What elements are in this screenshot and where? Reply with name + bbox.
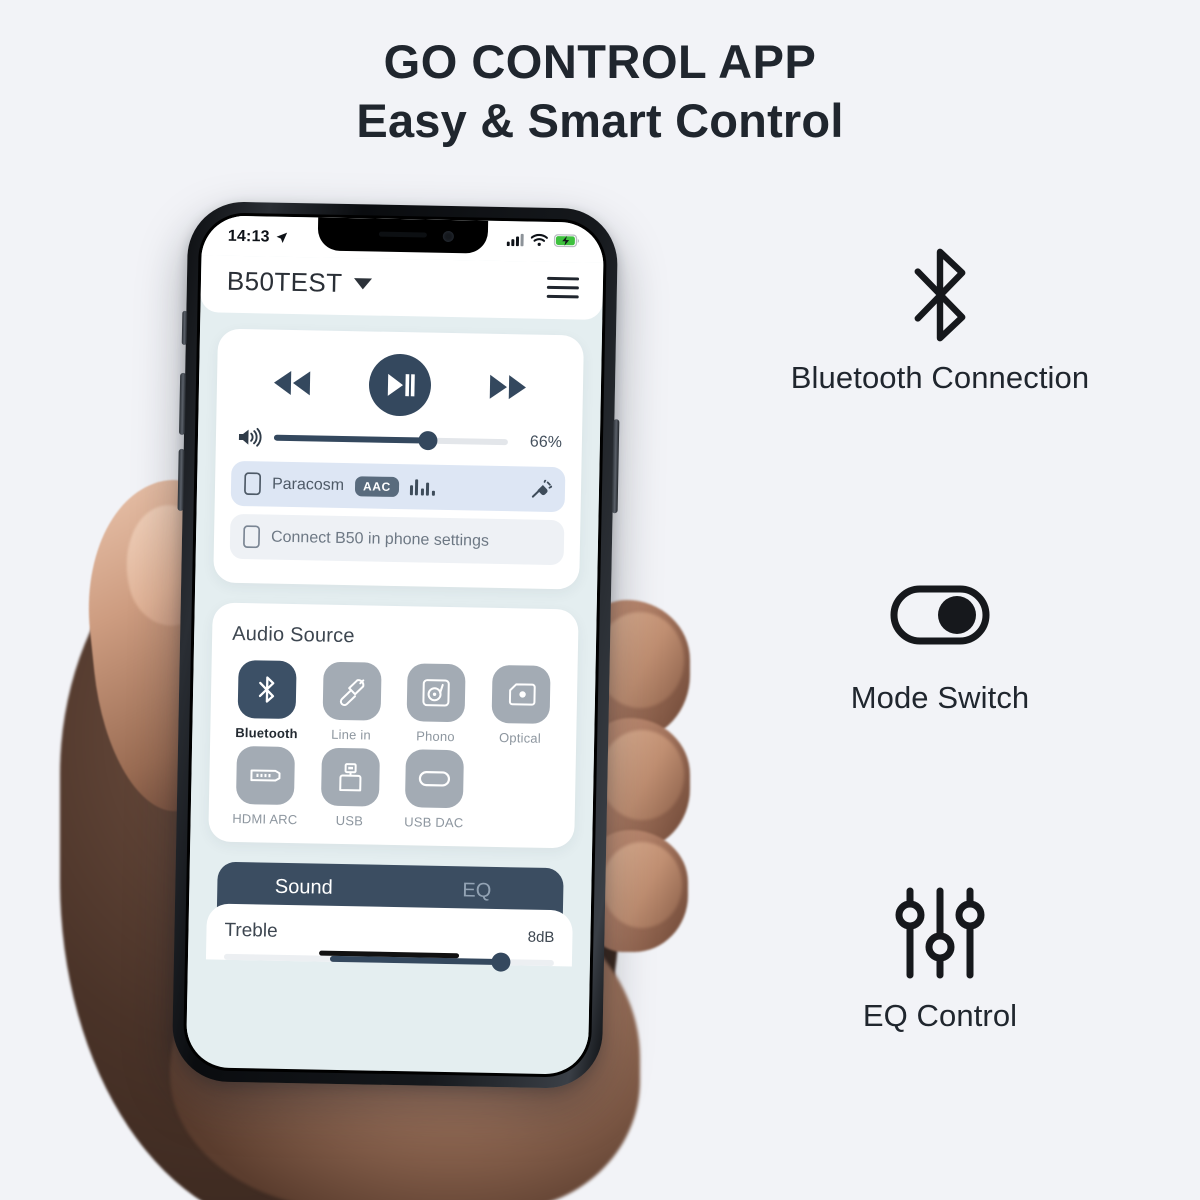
eq-band-slider-handle[interactable] xyxy=(491,952,511,972)
connected-device-name: Paracosm xyxy=(271,475,345,494)
poster-root: GO CONTROL APP Easy & Smart Control 14:1… xyxy=(0,0,1200,1200)
connect-hint-label: Connect B50 in phone settings xyxy=(270,528,490,550)
connected-device-row[interactable]: Paracosm AAC xyxy=(230,460,566,513)
device-selector[interactable]: B50TEST xyxy=(227,266,372,300)
source-tile[interactable] xyxy=(491,664,551,724)
chevron-down-icon xyxy=(353,278,372,290)
codec-badge: AAC xyxy=(354,475,400,497)
unplug-icon[interactable] xyxy=(530,479,553,499)
feature-bluetooth: Bluetooth Connection xyxy=(700,240,1180,396)
source-item-optical[interactable]: Optical xyxy=(480,664,562,747)
play-pause-icon xyxy=(387,373,415,397)
tab-sound[interactable]: Sound xyxy=(217,875,390,901)
cellular-signal-icon xyxy=(506,233,524,247)
status-time: 14:13 xyxy=(227,227,270,246)
finger-knuckle xyxy=(602,842,682,928)
fast-forward-icon[interactable] xyxy=(485,373,530,402)
transport-controls xyxy=(232,347,567,433)
source-tile[interactable] xyxy=(406,663,466,723)
optical-toslink-icon xyxy=(508,683,536,706)
feature-label: Mode Switch xyxy=(850,680,1030,715)
eq-band-card: Treble 8dB xyxy=(205,903,573,972)
source-item-phono[interactable]: Phono xyxy=(395,663,477,745)
audio-source-grid: Bluetooth Line in Phono Optical HDMI ARC… xyxy=(224,660,561,832)
rewind-icon[interactable] xyxy=(270,369,315,398)
speaker-volume-icon xyxy=(238,427,262,447)
source-tile[interactable] xyxy=(320,747,380,807)
eq-band-label: Treble xyxy=(224,919,278,942)
source-item-bluetooth[interactable]: Bluetooth xyxy=(226,660,308,742)
smartphone-mockup: 14:13 B50TEST 66% Paracosm AAC Connect B… xyxy=(171,200,620,1090)
app-header: B50TEST xyxy=(200,255,604,320)
phone-icon xyxy=(244,472,262,496)
audio-source-card: Audio Source Bluetooth Line in Phono Opt… xyxy=(208,602,579,849)
equalizer-bars-icon xyxy=(409,478,435,496)
device-name-label: B50TEST xyxy=(226,265,343,298)
toggle-switch-on-icon xyxy=(890,585,990,645)
bluetooth-icon xyxy=(259,676,275,703)
phone-icon xyxy=(243,525,261,549)
source-tile[interactable] xyxy=(405,749,465,809)
bluetooth-icon xyxy=(914,248,966,342)
source-item-usb[interactable]: USB xyxy=(309,747,391,829)
play-pause-button[interactable] xyxy=(368,353,432,417)
usb-a-plug-icon xyxy=(338,763,362,792)
feature-icon-wrap xyxy=(700,878,1180,988)
player-card: 66% Paracosm AAC Connect B50 in phone se… xyxy=(213,328,584,590)
source-label: Bluetooth xyxy=(235,724,298,742)
feature-icon-wrap xyxy=(700,240,1180,350)
source-item-usb-dac[interactable]: USB DAC xyxy=(393,749,475,831)
volume-up-button[interactable] xyxy=(178,372,187,435)
source-label: USB DAC xyxy=(404,814,464,831)
volume-percent-label: 66% xyxy=(529,433,563,452)
phone-bezel: 14:13 B50TEST 66% Paracosm AAC Connect B… xyxy=(182,212,608,1078)
source-tile[interactable] xyxy=(322,661,382,721)
phono-turntable-icon xyxy=(422,679,451,707)
source-label: USB xyxy=(335,812,364,829)
location-arrow-icon xyxy=(276,232,288,244)
display-notch xyxy=(317,217,489,254)
front-camera xyxy=(442,230,454,243)
usb-c-port-icon xyxy=(419,771,451,787)
feature-label: Bluetooth Connection xyxy=(790,360,1090,395)
phone-screen: 14:13 B50TEST 66% Paracosm AAC Connect B… xyxy=(185,215,605,1075)
equalizer-sliders-icon xyxy=(895,887,985,979)
hdmi-connector-icon xyxy=(250,769,281,782)
tab-eq[interactable]: EQ xyxy=(390,878,563,904)
hamburger-menu-icon[interactable] xyxy=(545,273,582,303)
source-item-line-in[interactable]: Line in xyxy=(311,661,393,743)
source-label: Line in xyxy=(331,726,372,743)
status-bar-right xyxy=(506,233,580,248)
app-body: 66% Paracosm AAC Connect B50 in phone se… xyxy=(185,312,603,1070)
source-tile[interactable] xyxy=(236,745,296,806)
battery-charging-icon xyxy=(553,234,580,248)
connect-hint-row[interactable]: Connect B50 in phone settings xyxy=(229,513,565,566)
earpiece-speaker xyxy=(378,231,427,238)
source-label: Phono xyxy=(416,728,455,745)
feature-label: EQ Control xyxy=(862,998,1018,1033)
status-bar-left: 14:13 xyxy=(228,228,289,247)
volume-down-button[interactable] xyxy=(177,448,185,511)
source-item-hdmi-arc[interactable]: HDMI ARC xyxy=(224,745,306,828)
finger-knuckle xyxy=(600,730,684,820)
feature-icon-wrap xyxy=(700,560,1180,670)
source-label: Optical xyxy=(498,730,542,746)
eq-band-value: 8dB xyxy=(527,928,555,947)
feature-list: Bluetooth Connection Mode Switch EQ Cont… xyxy=(700,240,1180,1034)
volume-slider-handle[interactable] xyxy=(418,430,439,451)
feature-mode-switch: Mode Switch xyxy=(700,560,1180,716)
feature-eq-control: EQ Control xyxy=(700,878,1180,1034)
audio-source-title: Audio Source xyxy=(231,622,355,648)
silent-switch[interactable] xyxy=(181,310,188,345)
eq-band-header: Treble 8dB xyxy=(224,920,554,948)
line-in-plug-icon xyxy=(339,679,365,707)
source-label: HDMI ARC xyxy=(232,810,298,828)
volume-slider-fill xyxy=(273,434,429,444)
wifi-icon xyxy=(530,233,548,246)
volume-slider[interactable] xyxy=(273,430,508,451)
source-tile[interactable] xyxy=(237,660,297,720)
